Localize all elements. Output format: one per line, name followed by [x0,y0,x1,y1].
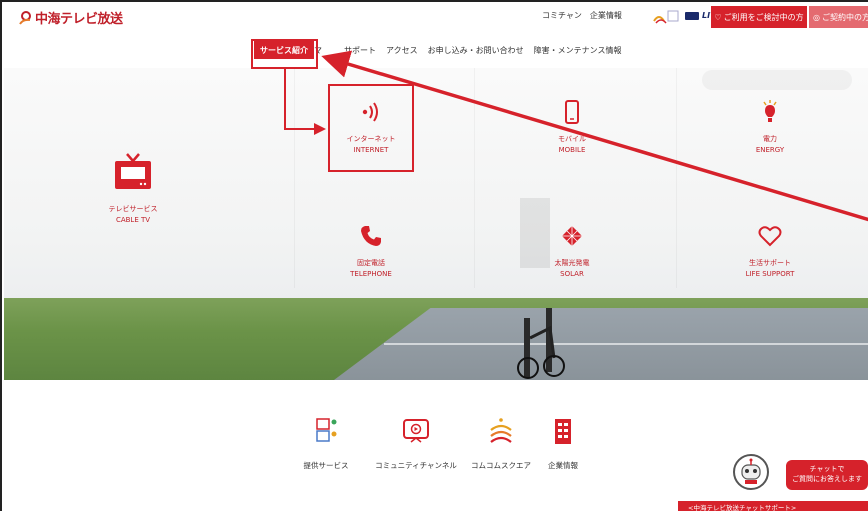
cta-subscribed-button[interactable]: ◎ ご契約中の方 [809,6,868,28]
service-cabletv-en: CABLE TV [115,216,151,224]
service-cabletv[interactable]: テレビサービス CABLE TV [103,152,163,224]
chat-line1: チャットで [809,465,845,474]
top-link-corporate[interactable]: 企業情報 [590,10,622,21]
site-header: 中海テレビ放送 コミチャン 企業情報 LIVE ♡ ご利用をご検討中の方 ◎ ご… [2,2,868,32]
service-life[interactable]: 生活サポート LIFE SUPPORT [733,224,807,278]
service-solar[interactable]: 太陽光発電 SOLAR [535,224,609,278]
site-logo[interactable]: 中海テレビ放送 [18,8,123,27]
komkom-square-icon [490,418,512,443]
service-telephone-jp: 固定電話 [357,259,385,267]
bottom-link-channel[interactable]: コミュニティチャンネル [370,416,462,471]
bottom-link-services-label: 提供サービス [303,461,349,470]
heart-icon [758,226,782,247]
service-cabletv-jp: テレビサービス [108,205,158,213]
channel-icon [403,419,429,443]
nav-items: マ サポート アクセス お申し込み・お問い合わせ 障害・メンテナンス情報 [314,45,622,56]
hero-divider [474,68,475,288]
camera-icon [685,11,699,20]
bottom-link-corporate-label: 企業情報 [548,461,578,470]
nav-item-contact[interactable]: お申し込み・お問い合わせ [428,45,524,56]
logo-text: 中海テレビ放送 [35,12,123,27]
chat-bubble[interactable]: チャットで ご質問にお答えします [786,460,868,490]
services-icon [316,418,337,442]
nav-item-support[interactable]: サポート [344,45,376,56]
service-life-jp: 生活サポート [749,259,791,267]
cta-considering-label: ご利用をご検討中の方 [723,12,804,22]
nav-item-access[interactable]: アクセス [386,45,418,56]
cta-considering-button[interactable]: ♡ ご利用をご検討中の方 [711,6,807,28]
service-mobile-jp: モバイル [558,135,586,143]
chat-line2: ご質問にお答えします [792,475,862,483]
smartphone-icon [565,100,579,124]
bottom-link-channel-label: コミュニティチャンネル [375,461,457,470]
bottom-link-services[interactable]: 提供サービス [291,416,361,471]
bottom-link-komkom-label: コムコムスクエア [471,461,531,470]
main-nav: サービス紹介 マ サポート アクセス お申し込み・お問い合わせ 障害・メンテナン… [2,40,868,62]
cta-subscribed-label: ご契約中の方 [821,12,868,22]
lightbulb-icon [763,100,777,122]
top-links: コミチャン 企業情報 [542,10,622,21]
logo-small-icon: ◎ [813,12,820,22]
robot-face-icon [741,458,761,484]
komkom-logo-icon[interactable] [650,7,680,25]
solar-panel-icon [562,226,582,246]
nav-highlight-box [251,39,318,69]
service-mobile-en: MOBILE [558,146,586,154]
service-energy-en: ENERGY [755,146,785,154]
hero-divider [294,68,295,288]
hero-divider [676,68,677,288]
browser-frame: 中海テレビ放送 コミチャン 企業情報 LIVE ♡ ご利用をご検討中の方 ◎ ご… [0,0,868,511]
building-icon [555,419,571,444]
logo-mark-icon [19,10,31,25]
service-solar-en: SOLAR [560,270,584,278]
service-energy[interactable]: 電力 ENERGY [733,100,807,154]
hero-road-line [384,343,868,345]
internet-highlight-box [328,84,414,172]
service-telephone[interactable]: 固定電話 TELEPHONE [334,224,408,278]
top-link-komichan[interactable]: コミチャン [542,10,582,21]
phone-icon [361,226,381,246]
hero-ghost-pill [702,70,852,90]
service-energy-jp: 電力 [763,135,777,143]
service-life-en: LIFE SUPPORT [745,270,795,278]
chat-footer-bar[interactable]: <中海テレビ放送チャットサポート> [678,501,868,511]
nav-item-maintenance[interactable]: 障害・メンテナンス情報 [534,45,622,56]
service-telephone-en: TELEPHONE [350,270,392,278]
bottom-link-komkom[interactable]: コムコムスクエア [466,416,536,471]
service-mobile[interactable]: モバイル MOBILE [535,100,609,154]
tv-icon [115,153,151,189]
heart-small-icon: ♡ [714,12,722,22]
chat-robot-icon[interactable] [733,454,769,490]
bottom-link-corporate[interactable]: 企業情報 [538,416,588,471]
service-solar-jp: 太陽光発電 [554,259,590,267]
